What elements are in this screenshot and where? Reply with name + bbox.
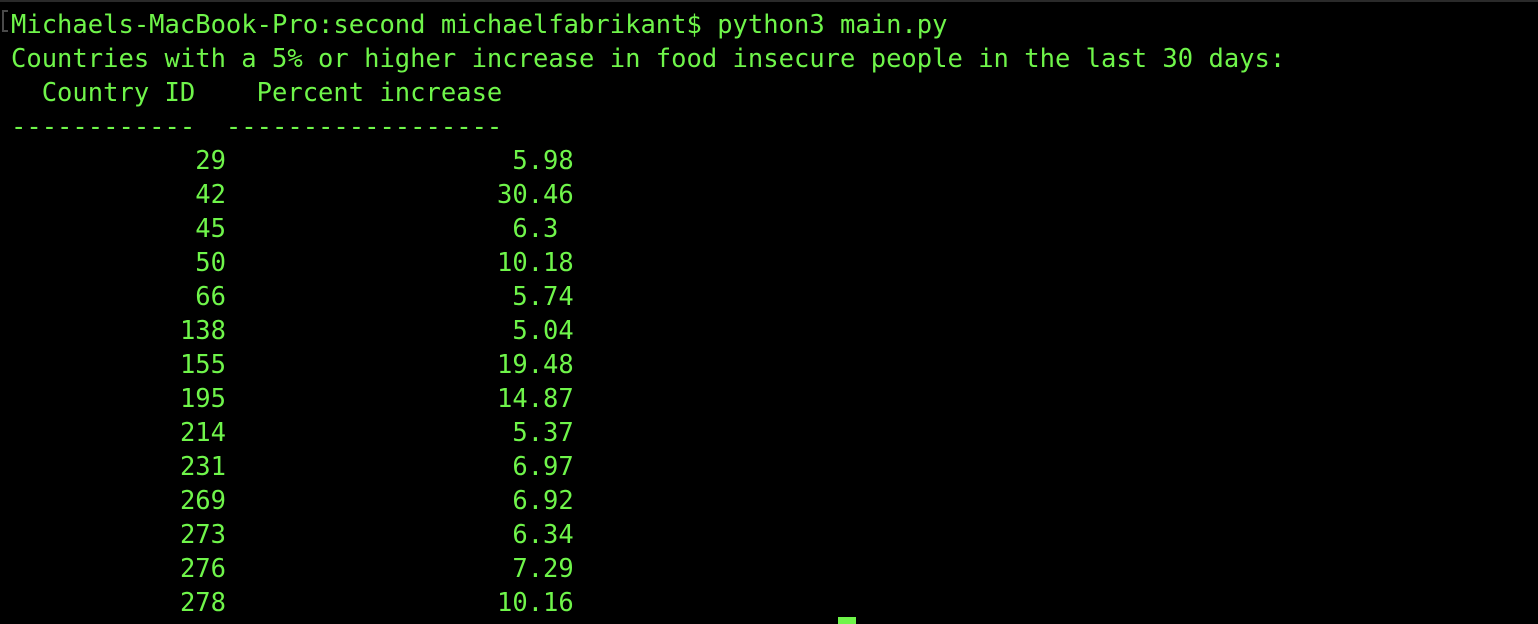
- table-row: 231 6.97: [0, 450, 1538, 484]
- percent-increase-cell: 6.34: [497, 520, 574, 550]
- table-row: 42 30.46: [0, 178, 1538, 212]
- country-id-cell: 50: [195, 248, 226, 278]
- table-row: 66 5.74: [0, 280, 1538, 314]
- percent-increase-cell: 7.29: [497, 554, 574, 584]
- percent-increase-cell: 10.18: [497, 248, 574, 278]
- percent-increase-cell: 30.46: [497, 180, 574, 210]
- terminal-window[interactable]: Michaels-MacBook-Pro:second michaelfabri…: [0, 0, 1538, 624]
- country-id-cell: 214: [179, 418, 226, 448]
- table-row: 276 7.29: [0, 552, 1538, 586]
- table-row: 45 6.3: [0, 212, 1538, 246]
- country-id-cell: 66: [195, 282, 226, 312]
- table-row: 214 5.37: [0, 416, 1538, 450]
- country-id-cell: 273: [179, 520, 226, 550]
- table-row: 278 10.16: [0, 586, 1538, 620]
- terminal-cursor: [838, 617, 856, 624]
- country-id-cell: 269: [179, 486, 226, 516]
- percent-increase-cell: 5.37: [497, 418, 574, 448]
- country-id-cell: 29: [195, 146, 226, 176]
- table-row: 269 6.92: [0, 484, 1538, 518]
- table-row: 155 19.48: [0, 348, 1538, 382]
- table-row: 195 14.87: [0, 382, 1538, 416]
- percent-increase-cell: 6.92: [497, 486, 574, 516]
- country-id-cell: 42: [195, 180, 226, 210]
- percent-increase-cell: 5.98: [497, 146, 574, 176]
- table-separator: ------------ ------------------: [11, 112, 503, 142]
- country-id-cell: 278: [179, 588, 226, 618]
- table-row: 138 5.04: [0, 314, 1538, 348]
- prompt-mark-icon: [2, 10, 8, 32]
- percent-increase-cell: 10.16: [497, 588, 574, 618]
- country-id-cell: 155: [179, 350, 226, 380]
- command-prompt-line: Michaels-MacBook-Pro:second michaelfabri…: [11, 10, 948, 40]
- percent-increase-cell: 19.48: [497, 350, 574, 380]
- country-id-cell: 45: [195, 214, 226, 244]
- percent-increase-cell: 6.3: [497, 214, 574, 244]
- table-row: 50 10.18: [0, 246, 1538, 280]
- percent-increase-cell: 5.74: [497, 282, 574, 312]
- country-id-cell: 138: [179, 316, 226, 346]
- country-id-cell: 276: [179, 554, 226, 584]
- percent-increase-cell: 6.97: [497, 452, 574, 482]
- percent-increase-cell: 14.87: [497, 384, 574, 414]
- country-id-cell: 195: [179, 384, 226, 414]
- table-row: 273 6.34: [0, 518, 1538, 552]
- table-row: 29 5.98: [0, 144, 1538, 178]
- country-id-cell: 231: [179, 452, 226, 482]
- output-heading: Countries with a 5% or higher increase i…: [11, 44, 1286, 74]
- percent-increase-cell: 5.04: [497, 316, 574, 346]
- table-header: Country ID Percent increase: [11, 78, 503, 108]
